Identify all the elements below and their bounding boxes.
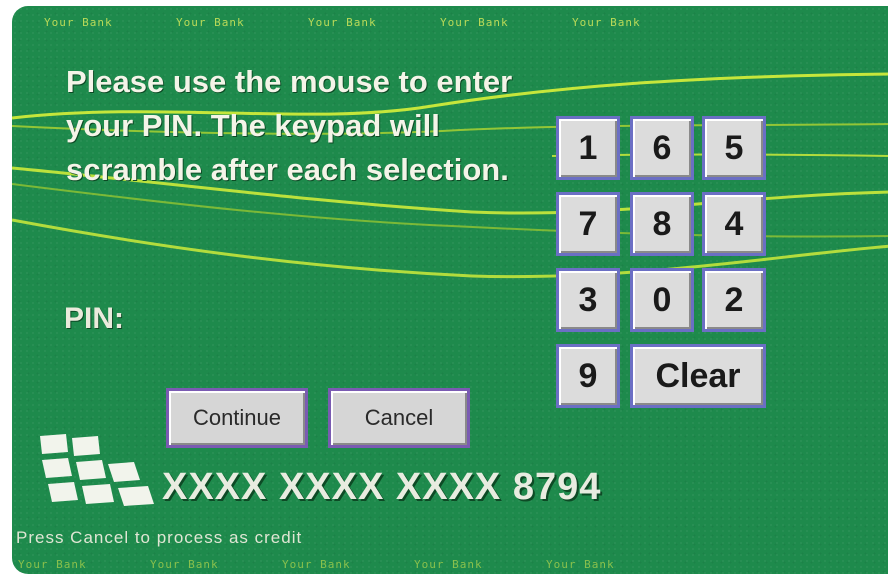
brand-text: Your Bank [572, 16, 641, 29]
brand-text: Your Bank [440, 16, 509, 29]
brand-text: Your Bank [414, 558, 483, 571]
keypad-key-6[interactable]: 6 [630, 116, 694, 180]
keypad-key-5[interactable]: 5 [702, 116, 766, 180]
brand-text: Your Bank [44, 16, 113, 29]
keypad-key-1[interactable]: 1 [556, 116, 620, 180]
footer-instruction: Press Cancel to process as credit [16, 528, 303, 547]
brand-text: Your Bank [18, 558, 87, 571]
bank-card-panel: Your Bank Your Bank Your Bank Your Bank … [12, 6, 888, 574]
brand-text: Your Bank [176, 16, 245, 29]
pin-label: PIN: [64, 302, 124, 335]
keypad-key-4[interactable]: 4 [702, 192, 766, 256]
keypad-key-8[interactable]: 8 [630, 192, 694, 256]
keypad-key-3[interactable]: 3 [556, 268, 620, 332]
brand-text: Your Bank [282, 558, 351, 571]
keypad-key-0[interactable]: 0 [630, 268, 694, 332]
bank-logo-icon [40, 434, 154, 506]
keypad-clear-button[interactable]: Clear [630, 344, 766, 408]
cancel-button[interactable]: Cancel [328, 388, 470, 448]
brand-text: Your Bank [150, 558, 219, 571]
brand-text: Your Bank [546, 558, 615, 571]
masked-card-number: XXXX XXXX XXXX 8794 [162, 466, 602, 508]
pin-instructions: Please use the mouse to enter your PIN. … [66, 64, 513, 187]
brand-pattern-bottom: Your Bank Your Bank Your Bank Your Bank … [12, 558, 888, 571]
continue-button[interactable]: Continue [166, 388, 308, 448]
keypad-key-9[interactable]: 9 [556, 344, 620, 408]
keypad-key-2[interactable]: 2 [702, 268, 766, 332]
keypad-key-7[interactable]: 7 [556, 192, 620, 256]
brand-text: Your Bank [308, 16, 377, 29]
brand-pattern-top: Your Bank Your Bank Your Bank Your Bank … [12, 16, 888, 29]
